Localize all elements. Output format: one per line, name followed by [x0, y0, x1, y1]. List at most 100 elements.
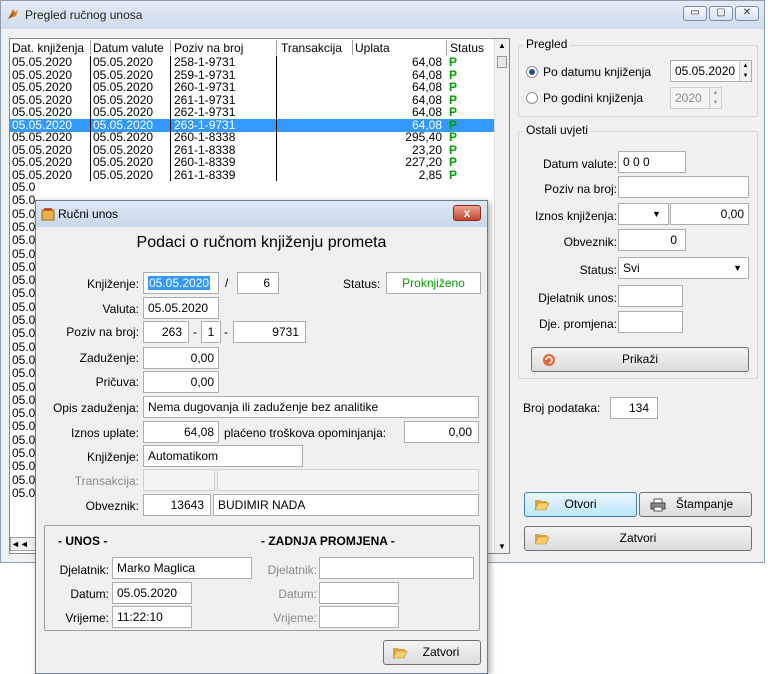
cell-dat-knjizenja: 05.0	[12, 472, 36, 487]
main-zatvori-button[interactable]: Zatvori	[524, 526, 752, 551]
table-row[interactable]: 05.05.2020 05.05.2020 261-1-8339 2,85 P	[10, 167, 494, 182]
transakcija-field-b[interactable]	[217, 469, 479, 491]
minimize-button[interactable]: ▭	[683, 6, 707, 21]
datum-valute-input[interactable]: 0 0 0	[618, 151, 686, 173]
transakcija-field-a[interactable]	[143, 469, 215, 491]
djelatnik-label: Djelatnik:	[59, 563, 109, 577]
cell-dat-knjizenja: 05.0	[12, 379, 36, 394]
radio-po-datumu[interactable]	[526, 66, 538, 78]
date-spinner[interactable]: ▲ ▼	[739, 61, 751, 81]
cell-dat-knjizenja: 05.0	[12, 299, 36, 314]
iznos-operator-select[interactable]: ▼	[618, 203, 669, 225]
obveznik-id-field[interactable]: 13643	[143, 494, 211, 516]
obveznik-name-field[interactable]: BUDIMIR NADA	[213, 494, 479, 516]
cell-dat-knjizenja: 05.0	[12, 219, 36, 234]
stampanje-label: Štampanje	[675, 497, 734, 511]
otvori-label: Otvori	[564, 497, 597, 511]
close-window-button[interactable]: ✕	[735, 6, 759, 21]
transakcija-label: Transakcija:	[74, 474, 139, 488]
status-filter-value: Svi	[623, 261, 640, 275]
main-zatvori-label: Zatvori	[619, 531, 657, 545]
poziv-b-field[interactable]: 1	[201, 321, 221, 343]
djelatnik-field[interactable]: Marko Maglica	[112, 557, 252, 579]
col-uplata[interactable]: Uplata	[355, 41, 390, 55]
radio-po-godini[interactable]	[526, 92, 538, 104]
dialog-title-bar[interactable]: Ručni unos x	[36, 201, 487, 227]
chevron-down-icon: ▼	[652, 209, 661, 219]
cell-datum-valute: 05.05.2020	[93, 167, 154, 182]
knjizenje-date-value: 05.05.2020	[148, 276, 211, 290]
col-poziv-na-broj[interactable]: Poziv na broj	[174, 41, 243, 55]
opis-zaduzenja-field[interactable]: Nema dugovanja ili zaduženje bez analiti…	[143, 396, 479, 418]
unos-header: - UNOS -	[58, 534, 108, 548]
year-spinner[interactable]: ▲ ▼	[709, 88, 721, 108]
djelatnik-unos-input[interactable]	[618, 285, 683, 307]
zadnja-datum-label: Datum:	[278, 587, 317, 601]
datum-field[interactable]: 05.05.2020	[112, 582, 192, 604]
pricuva-field[interactable]: 0,00	[143, 371, 219, 393]
cell-dat-knjizenja: 05.0	[12, 180, 36, 194]
col-datum-valute[interactable]: Datum valute	[93, 41, 164, 55]
iznos-knjizenja-input[interactable]: 0,00	[670, 203, 749, 225]
folder-open-icon	[534, 500, 550, 511]
cell-poziv: 261-1-8339	[174, 167, 236, 182]
status-filter-label: Status:	[579, 263, 617, 277]
cell-dat-knjizenja: 05.0	[12, 193, 36, 208]
iznos-knjizenja-label: Iznos knjiženja:	[534, 209, 617, 223]
poziv-c-field[interactable]: 9731	[233, 321, 306, 343]
year-field[interactable]: 2020 ▲ ▼	[670, 87, 722, 109]
broj-podataka-value: 134	[610, 397, 658, 419]
cell-dat-knjizenja: 05.0	[12, 392, 36, 407]
djelatnik-unos-label: Djelatnik unos:	[538, 291, 617, 305]
radio-po-godini-label[interactable]: Po godini knjiženja	[543, 91, 643, 105]
scroll-down-icon[interactable]: ▼	[498, 542, 506, 551]
table-row[interactable]: 05.0	[10, 181, 494, 194]
dialog-close-button[interactable]: x	[453, 205, 481, 221]
poziv-a-field[interactable]: 263	[143, 321, 189, 343]
col-status[interactable]: Status	[450, 41, 484, 55]
knjizenje2-field[interactable]: Automatikom	[143, 445, 303, 467]
folder-open-icon	[534, 534, 550, 545]
iznos-uplate-field[interactable]: 64,08	[143, 421, 219, 443]
pricuva-label: Pričuva:	[95, 375, 139, 389]
zadnja-vrijeme-field[interactable]	[319, 606, 399, 628]
cell-dat-knjizenja: 05.0	[12, 459, 36, 474]
col-transakcija[interactable]: Transakcija	[281, 41, 342, 55]
zadnja-djelatnik-field[interactable]	[319, 557, 474, 579]
dialog-zatvori-label: Zatvori	[422, 645, 460, 659]
datum-label: Datum:	[70, 587, 109, 601]
knjizenje-num-field[interactable]: 6	[237, 272, 279, 294]
cell-dat-knjizenja: 05.0	[12, 259, 36, 274]
status-filter-select[interactable]: Svi ▼	[618, 257, 749, 279]
zaduzenje-field[interactable]: 0,00	[143, 347, 219, 369]
placeno-field[interactable]: 0,00	[404, 421, 479, 443]
otvori-button[interactable]: Otvori	[524, 492, 637, 517]
poziv-dash-1: -	[193, 325, 197, 339]
title-bar[interactable]: Pregled ručnog unosa ▭ ▢ ✕	[1, 1, 764, 29]
grid-scrollbar[interactable]: ▲ ▼	[494, 39, 509, 553]
scroll-thumb[interactable]	[497, 56, 507, 68]
prikazi-button[interactable]: Prikaži	[531, 347, 749, 372]
obveznik-input[interactable]: 0	[618, 229, 686, 251]
knjizenje-date-field[interactable]: 05.05.2020	[143, 272, 219, 294]
stampanje-button[interactable]: Štampanje	[639, 492, 752, 517]
dje-promjena-input[interactable]	[618, 311, 683, 333]
folder-open-icon	[392, 648, 408, 659]
zadnja-promjena-header: - ZADNJA PROMJENA -	[261, 534, 395, 548]
cell-dat-knjizenja: 05.0	[12, 233, 36, 248]
dialog-title: Ručni unos	[58, 207, 119, 221]
pregled-group-label: Pregled	[523, 37, 571, 51]
valuta-field[interactable]: 05.05.2020	[143, 297, 219, 319]
cell-dat-knjizenja: 05.0	[12, 246, 36, 261]
radio-po-datumu-label[interactable]: Po datumu knjiženja	[543, 65, 651, 79]
zadnja-datum-field[interactable]	[319, 582, 399, 604]
vrijeme-field[interactable]: 11:22:10	[112, 606, 192, 628]
maximize-button[interactable]: ▢	[709, 6, 733, 21]
col-dat-knjizenja[interactable]: Dat. knjiženja	[12, 41, 84, 55]
poziv-na-broj-input[interactable]	[618, 176, 749, 198]
pregled-date-field[interactable]: 05.05.2020 ▲ ▼	[670, 60, 752, 82]
chevron-down-icon: ▼	[733, 263, 742, 273]
scroll-up-icon[interactable]: ▲	[498, 41, 506, 50]
dialog-zatvori-button[interactable]: Zatvori	[383, 640, 481, 665]
cell-dat-knjizenja: 05.0	[12, 485, 36, 500]
